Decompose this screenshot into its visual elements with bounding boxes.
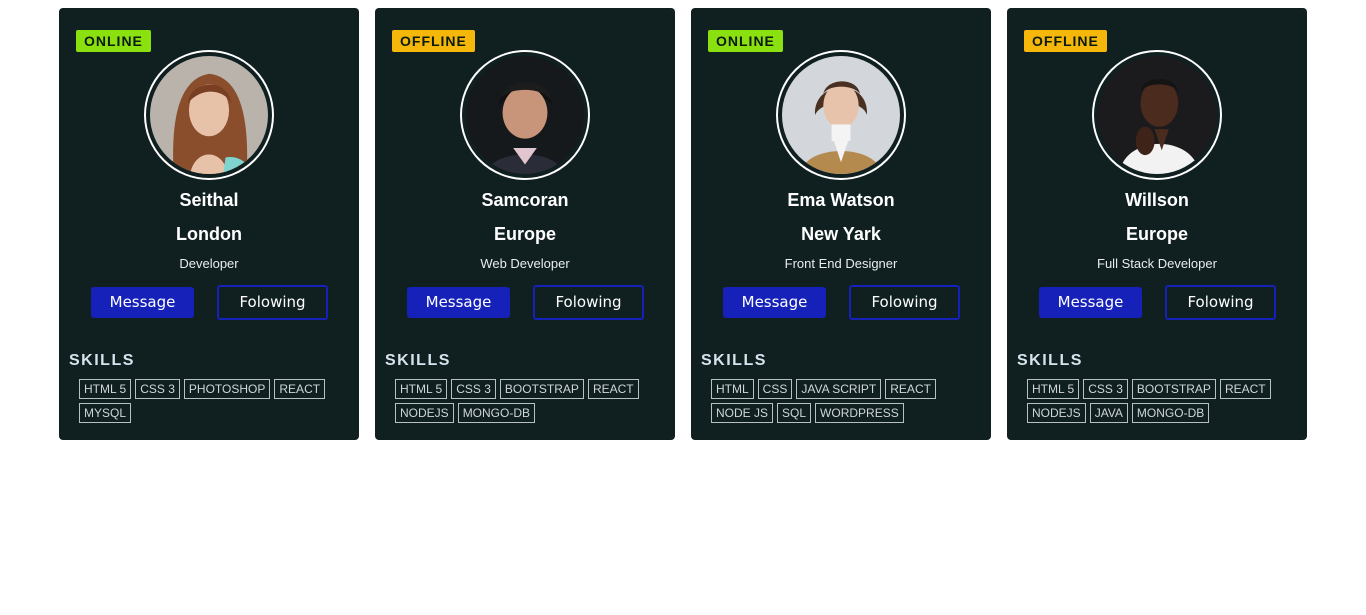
message-button[interactable]: Message (407, 287, 510, 318)
avatar (466, 56, 584, 174)
profile-card: OFFLINE Samcoran Europe Web Developer Me… (375, 8, 675, 440)
skill-tag: NODEJS (395, 403, 454, 423)
avatar (150, 56, 268, 174)
avatar-ring (776, 50, 906, 180)
skill-tag: SQL (777, 403, 812, 423)
skills-heading: SKILLS (1017, 352, 1083, 369)
profile-card: ONLINE Ema Watson New Yark Front End Des… (691, 8, 991, 440)
avatar-photo (150, 56, 268, 174)
skill-tag: HTML 5 (395, 379, 448, 399)
avatar-photo (1098, 56, 1216, 174)
skills-list: HTML 5 CSS 3 BOOTSTRAP REACT NODEJS JAVA… (1027, 379, 1292, 423)
skill-tag: CSS 3 (1083, 379, 1128, 399)
following-button[interactable]: Folowing (1165, 285, 1276, 320)
skills-list: HTML 5 CSS 3 BOOTSTRAP REACT NODEJS MONG… (395, 379, 660, 423)
profile-location: Europe (493, 224, 556, 244)
skill-tag: BOOTSTRAP (499, 379, 584, 399)
avatar-ring (144, 50, 274, 180)
skill-tag: REACT (274, 379, 326, 399)
profile-location: Europe (1125, 224, 1188, 244)
profile-name: Ema Watson (787, 190, 895, 210)
skill-tag: JAVA SCRIPT (796, 379, 882, 399)
skill-tag: PHOTOSHOP (183, 379, 271, 399)
profile-role: Web Developer (480, 256, 570, 271)
message-button[interactable]: Message (1039, 287, 1142, 318)
skill-tag: NODEJS (1027, 403, 1086, 423)
profile-name: Willson (1125, 190, 1189, 210)
following-button[interactable]: Folowing (217, 285, 328, 320)
skill-tag: CSS (757, 379, 793, 399)
skill-tag: BOOTSTRAP (1131, 379, 1216, 399)
avatar-ring (1092, 50, 1222, 180)
avatar (782, 56, 900, 174)
profile-name: Samcoran (481, 190, 569, 210)
skill-tag: REACT (587, 379, 639, 399)
status-badge: ONLINE (708, 30, 783, 52)
profile-role: Developer (179, 256, 239, 271)
profile-card-list: ONLINE Seithal London Developer Message … (59, 8, 1307, 440)
skill-tag: MONGO-DB (1131, 403, 1210, 423)
profile-card: OFFLINE Willson Europe Full Stack Develo… (1007, 8, 1307, 440)
profile-card: ONLINE Seithal London Developer Message … (59, 8, 359, 440)
skills-list: HTML CSS JAVA SCRIPT REACT NODE JS SQL W… (711, 379, 976, 423)
skills-list: HTML 5 CSS 3 PHOTOSHOP REACT MYSQL (79, 379, 344, 423)
following-button[interactable]: Folowing (849, 285, 960, 320)
skill-tag: REACT (885, 379, 936, 399)
profile-name: Seithal (179, 190, 239, 210)
avatar-photo (782, 56, 900, 174)
skill-tag: HTML 5 (79, 379, 132, 399)
skills-heading: SKILLS (701, 352, 767, 369)
profile-role: Full Stack Developer (1097, 256, 1217, 271)
profile-location: New Yark (801, 224, 881, 244)
skill-tag: REACT (1219, 379, 1271, 399)
profile-location: London (176, 224, 242, 244)
skill-tag: HTML (711, 379, 754, 399)
profile-role: Front End Designer (784, 256, 898, 271)
skill-tag: CSS 3 (135, 379, 180, 399)
avatar-photo (466, 56, 584, 174)
skills-heading: SKILLS (69, 352, 135, 369)
skill-tag: MYSQL (79, 403, 132, 423)
skills-heading: SKILLS (385, 352, 451, 369)
avatar-ring (460, 50, 590, 180)
skill-tag: CSS 3 (451, 379, 496, 399)
status-badge: ONLINE (76, 30, 151, 52)
status-badge: OFFLINE (392, 30, 475, 52)
avatar (1098, 56, 1216, 174)
status-badge: OFFLINE (1024, 30, 1107, 52)
skill-tag: NODE JS (711, 403, 774, 423)
skill-tag: HTML 5 (1027, 379, 1080, 399)
skill-tag: JAVA (1089, 403, 1128, 423)
skill-tag: WORDPRESS (815, 403, 904, 423)
message-button[interactable]: Message (91, 287, 194, 318)
following-button[interactable]: Folowing (533, 285, 644, 320)
skill-tag: MONGO-DB (457, 403, 536, 423)
message-button[interactable]: Message (723, 287, 826, 318)
